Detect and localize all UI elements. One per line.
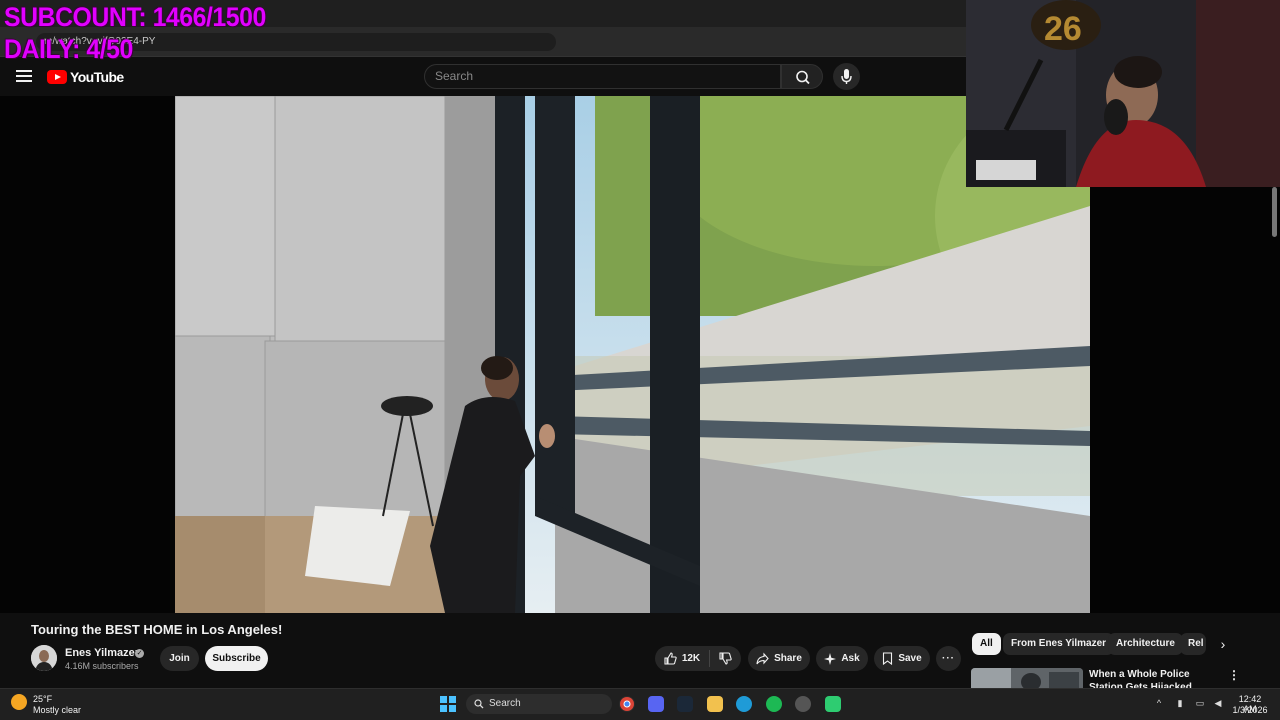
dislike-button[interactable]	[710, 652, 741, 665]
windows-taskbar	[0, 688, 1280, 720]
chip-all[interactable]: All	[972, 633, 1001, 655]
volume-icon[interactable]: ◀	[1213, 698, 1223, 708]
svg-text:26: 26	[1044, 10, 1082, 48]
page-scrollbar[interactable]	[1272, 187, 1277, 237]
video-title: Touring the BEST HOME in Los Angeles!	[31, 622, 283, 637]
file-explorer-icon[interactable]	[707, 696, 723, 712]
hamburger-menu-icon[interactable]	[16, 70, 32, 83]
more-vert-icon[interactable]: ⋮	[1228, 668, 1240, 682]
steam-icon[interactable]	[677, 696, 693, 712]
search-icon	[796, 70, 810, 85]
verified-check-icon: ✓	[135, 649, 144, 658]
share-label: Share	[774, 653, 802, 664]
subscriber-count: 4.16M subscribers	[65, 661, 139, 671]
more-actions-button[interactable]: ···	[936, 646, 961, 671]
join-button[interactable]: Join	[160, 646, 199, 671]
channel-name[interactable]: Enes Yilmazer	[65, 647, 139, 659]
thumbs-down-icon	[719, 652, 732, 665]
save-label: Save	[898, 653, 922, 664]
weather-moon-icon[interactable]	[11, 694, 27, 710]
clock-date[interactable]: 1/3/2026	[1232, 705, 1268, 715]
thumbnail-image	[971, 668, 1083, 690]
bookmark-icon	[883, 652, 893, 665]
thumbs-up-icon	[664, 652, 677, 665]
video-scene-image	[175, 96, 1090, 613]
taskbar-search[interactable]: Search	[466, 694, 612, 714]
video-frame[interactable]	[175, 96, 1090, 613]
youtube-play-icon	[47, 70, 67, 84]
share-icon	[756, 652, 769, 665]
taskbar-search-icon	[474, 699, 484, 709]
share-button[interactable]: Share	[748, 646, 810, 671]
weather-temperature[interactable]: 25°F	[33, 694, 52, 704]
like-button[interactable]: 12K	[655, 650, 710, 667]
chip-architecture[interactable]: Architecture	[1108, 633, 1183, 655]
windows-start-icon[interactable]	[440, 696, 456, 712]
sparkle-icon	[824, 652, 837, 665]
recommended-title[interactable]: When a Whole Police Station Gets Hijacke…	[1089, 668, 1224, 690]
like-dislike-group: 12K	[655, 646, 741, 671]
subcount-overlay: SUBCOUNT: 1466/1500	[4, 2, 266, 32]
save-button[interactable]: Save	[874, 646, 930, 671]
ask-button[interactable]: Ask	[816, 646, 868, 671]
avatar-image	[31, 645, 57, 671]
edge-icon[interactable]	[736, 696, 752, 712]
chip-related[interactable]: Rel	[1180, 633, 1206, 655]
chevron-right-icon[interactable]: ›	[1212, 633, 1234, 655]
channel-avatar[interactable]	[31, 645, 57, 671]
discord-icon[interactable]	[648, 696, 664, 712]
ask-label: Ask	[841, 653, 860, 664]
daily-overlay: DAILY: 4/50	[4, 34, 133, 64]
app-icon[interactable]	[825, 696, 841, 712]
webcam-overlay: 26	[966, 0, 1280, 187]
youtube-logo-text: YouTube	[70, 69, 124, 85]
youtube-logo[interactable]: YouTube	[47, 69, 124, 85]
network-icon[interactable]: ▭	[1195, 698, 1205, 708]
voice-search-button[interactable]	[833, 63, 860, 90]
subscribe-button[interactable]: Subscribe	[205, 646, 268, 671]
search-input[interactable]: Search	[424, 64, 781, 89]
webcam-image: 26	[966, 0, 1280, 187]
recommended-thumbnail[interactable]	[971, 668, 1083, 690]
spotify-icon[interactable]	[766, 696, 782, 712]
chevron-up-icon[interactable]: ^	[1154, 698, 1164, 708]
obs-icon[interactable]	[795, 696, 811, 712]
weather-condition[interactable]: Mostly clear	[33, 705, 81, 715]
search-button[interactable]	[781, 64, 823, 89]
microphone-tray-icon[interactable]: ▮	[1175, 698, 1185, 708]
chrome-icon[interactable]	[619, 696, 635, 712]
chip-from-channel[interactable]: From Enes Yilmazer	[1003, 633, 1115, 655]
microphone-icon	[841, 69, 852, 84]
like-count: 12K	[681, 653, 701, 664]
